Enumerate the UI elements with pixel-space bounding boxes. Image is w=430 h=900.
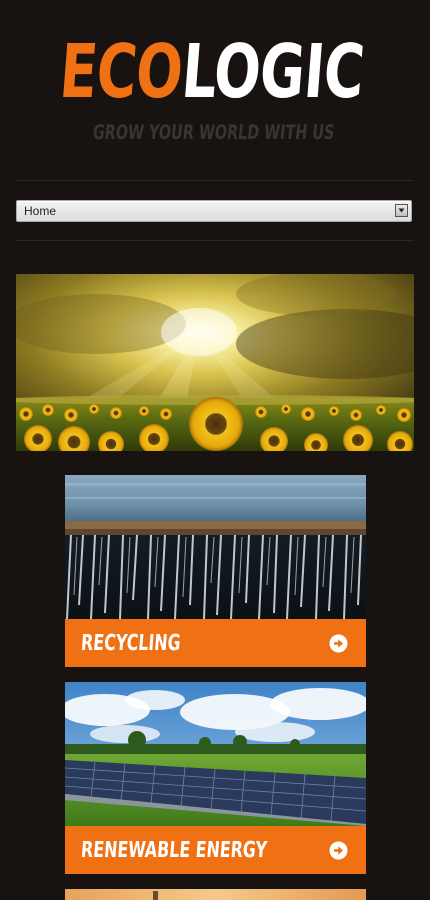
hero-image <box>16 274 414 451</box>
waterfall-image <box>65 475 366 619</box>
nav-divider-top <box>16 180 414 181</box>
nav-select-value: Home <box>24 204 57 218</box>
arrow-right-circle-icon[interactable] <box>329 841 348 860</box>
card-recycling[interactable]: RECYCLING <box>65 475 366 667</box>
card-bar: RENEWABLE ENERGY <box>65 826 366 874</box>
solar-panels-image <box>65 682 366 826</box>
card-title-recycling[interactable]: RECYCLING <box>80 631 181 657</box>
nav-select[interactable]: Home <box>16 200 412 222</box>
card-title-renewable-energy[interactable]: RENEWABLE ENERGY <box>80 838 268 864</box>
chevron-down-icon[interactable] <box>395 204 408 217</box>
card-partial[interactable] <box>65 889 366 900</box>
logo-logic-text: LOGIC <box>178 29 367 115</box>
logo-eco-text: ECO <box>56 29 186 115</box>
page: ECOLOGIC GROW YOUR WORLD WITH US Home RE… <box>0 0 430 900</box>
card-bar: RECYCLING <box>65 619 366 667</box>
arrow-right-circle-icon[interactable] <box>329 634 348 653</box>
card-renewable-energy[interactable]: RENEWABLE ENERGY <box>65 682 366 874</box>
tagline: GROW YOUR WORLD WITH US <box>91 120 336 144</box>
logo[interactable]: ECOLOGIC <box>49 29 374 115</box>
sunset-image <box>65 889 366 900</box>
nav-divider-bottom <box>16 240 414 241</box>
